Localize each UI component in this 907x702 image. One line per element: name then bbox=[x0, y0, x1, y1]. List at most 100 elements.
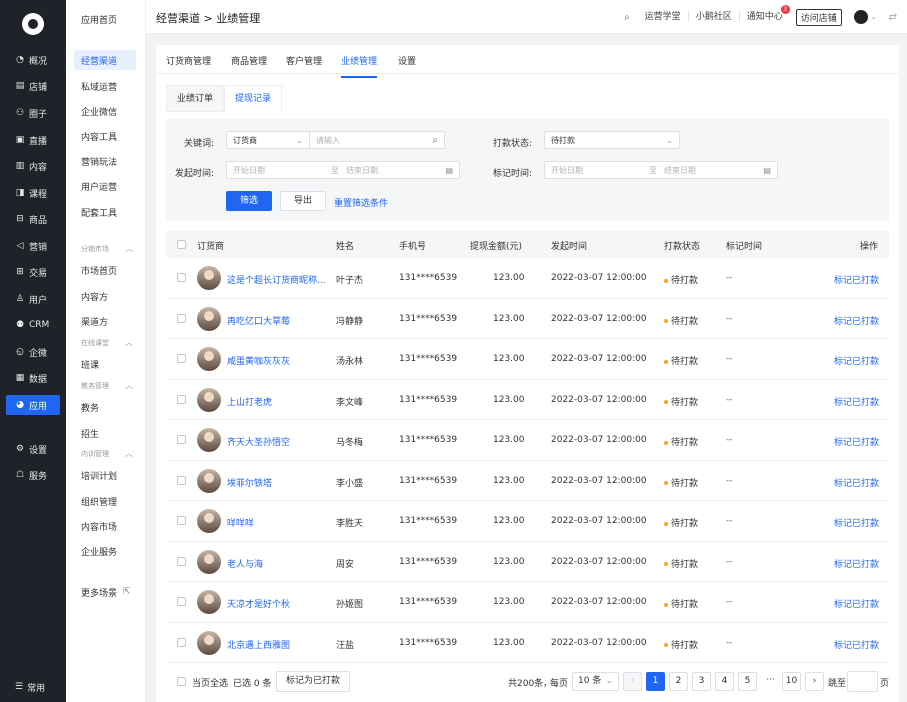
row-checkbox[interactable] bbox=[177, 394, 186, 404]
mark-paid-link[interactable]: 标记已打款 bbox=[834, 395, 879, 408]
app-logo[interactable] bbox=[22, 13, 44, 35]
dealer-name-link[interactable]: 埃菲尔铁塔 bbox=[227, 476, 272, 489]
subnav-item[interactable]: 班课 bbox=[74, 354, 136, 374]
subnav-item[interactable]: 市场首页 bbox=[74, 260, 136, 280]
pay-status-select[interactable]: 待打款 ⌄ bbox=[544, 131, 680, 149]
page-select-checkbox[interactable] bbox=[177, 677, 186, 686]
subnav-item[interactable]: 企业微信 bbox=[74, 101, 136, 121]
keyword-type-select[interactable]: 订货商 ⌄ bbox=[226, 131, 310, 149]
subnav-item[interactable]: 教务 bbox=[74, 397, 136, 417]
nav-item[interactable]: ♙ 用户 bbox=[6, 289, 60, 309]
link-notifications[interactable]: 通知中心 3 bbox=[738, 5, 790, 22]
row-checkbox[interactable] bbox=[177, 556, 186, 566]
row-checkbox[interactable] bbox=[177, 435, 186, 444]
row-checkbox[interactable] bbox=[177, 313, 186, 323]
row-checkbox[interactable] bbox=[177, 475, 186, 485]
prev-page-button[interactable]: ‹ bbox=[623, 672, 642, 691]
subtab-orders[interactable]: 业绩订单 bbox=[166, 85, 225, 112]
switch-icon[interactable]: ⇄ bbox=[889, 12, 897, 23]
subnav-item[interactable]: 用户运营 bbox=[74, 176, 136, 196]
nav-item[interactable]: ⚉ CRM bbox=[6, 315, 60, 335]
nav-item[interactable]: ▦ 数据 bbox=[6, 368, 60, 388]
nav-item[interactable]: ⊞ 交易 bbox=[6, 262, 60, 282]
reset-filter-link[interactable]: 重置筛选条件 bbox=[334, 196, 388, 209]
tab-settings[interactable]: 设置 bbox=[398, 54, 416, 67]
per-page-select[interactable]: 10 条 ⌄ bbox=[572, 672, 619, 691]
mark-paid-link[interactable]: 标记已打款 bbox=[834, 476, 879, 489]
keyword-input[interactable]: 请输入 ⌕ bbox=[309, 131, 445, 149]
page-button[interactable]: 10 bbox=[782, 672, 801, 691]
subnav-group-header[interactable]: 教务管理 ︿ bbox=[81, 380, 133, 391]
nav-item[interactable]: ⊟ 商品 bbox=[6, 209, 60, 229]
subnav-item[interactable]: 招生 bbox=[74, 423, 136, 443]
subnav-item[interactable]: 经营渠道 bbox=[74, 50, 136, 70]
nav-item[interactable]: ▣ 直播 bbox=[6, 130, 60, 150]
subnav-item[interactable]: 内容工具 bbox=[74, 126, 136, 146]
dealer-name-link[interactable]: 北京遇上西雅图 bbox=[227, 638, 290, 651]
mark-date-range[interactable]: 开始日期 至 结束日期 ▤ bbox=[544, 161, 778, 179]
row-checkbox[interactable] bbox=[177, 597, 186, 606]
subnav-item[interactable]: 渠道方 bbox=[74, 311, 136, 331]
page-ellipsis[interactable]: ··· bbox=[761, 672, 780, 691]
nav-item[interactable]: ▥ 内容 bbox=[6, 156, 60, 176]
mark-paid-link[interactable]: 标记已打款 bbox=[834, 273, 879, 286]
page-scrollbar[interactable] bbox=[899, 34, 907, 702]
page-button[interactable]: 1 bbox=[646, 672, 665, 691]
subnav-item[interactable]: 私域运营 bbox=[74, 76, 136, 96]
visit-store-button[interactable]: 访问店铺 bbox=[795, 8, 842, 26]
next-page-button[interactable]: › bbox=[805, 672, 824, 691]
nav-item[interactable]: ☖ 服务 bbox=[6, 465, 60, 485]
nav-item[interactable]: ◕ 应用 bbox=[6, 395, 60, 415]
page-button[interactable]: 5 bbox=[738, 672, 757, 691]
mark-paid-link[interactable]: 标记已打款 bbox=[834, 354, 879, 367]
tab-dealers[interactable]: 订货商管理 bbox=[166, 54, 211, 67]
tab-products[interactable]: 商品管理 bbox=[231, 54, 267, 67]
mark-paid-link[interactable]: 标记已打款 bbox=[834, 516, 879, 529]
row-checkbox[interactable] bbox=[177, 637, 186, 647]
mark-paid-link[interactable]: 标记已打款 bbox=[834, 638, 879, 651]
subnav-item[interactable]: 组织管理 bbox=[74, 491, 136, 511]
dealer-name-link[interactable]: 这是个超长订货商昵称... bbox=[227, 273, 326, 286]
search-icon[interactable]: ⌕ bbox=[624, 12, 630, 23]
row-checkbox[interactable] bbox=[177, 516, 186, 525]
subnav-item[interactable]: 营销玩法 bbox=[74, 151, 136, 171]
nav-item[interactable]: ⚇ 圈子 bbox=[6, 103, 60, 123]
dealer-name-link[interactable]: 齐天大圣孙悟空 bbox=[227, 435, 290, 448]
filter-button[interactable]: 筛选 bbox=[226, 191, 272, 211]
nav-item[interactable]: ◔ 概况 bbox=[6, 50, 60, 70]
mark-paid-button[interactable]: 标记为已打款 bbox=[276, 671, 351, 692]
dealer-name-link[interactable]: 咸蛋黄咖灰灰灰 bbox=[227, 354, 290, 367]
nav-item[interactable]: ▤ 店铺 bbox=[6, 76, 60, 96]
subnav-item[interactable]: 培训计划 bbox=[74, 465, 136, 485]
subnav-item[interactable]: 应用首页 bbox=[74, 9, 136, 29]
mark-paid-link[interactable]: 标记已打款 bbox=[834, 557, 879, 570]
subnav-item[interactable]: 内容方 bbox=[74, 286, 136, 306]
user-avatar[interactable] bbox=[853, 10, 868, 24]
subnav-group-header[interactable]: 在线课堂 ︿ bbox=[81, 337, 133, 348]
mark-paid-link[interactable]: 标记已打款 bbox=[834, 597, 879, 610]
page-button[interactable]: 3 bbox=[692, 672, 711, 691]
chevron-down-icon[interactable]: ⌄ bbox=[871, 13, 877, 21]
nav-common[interactable]: ☰ 常用 bbox=[6, 677, 60, 697]
page-button[interactable]: 4 bbox=[715, 672, 734, 691]
dealer-name-link[interactable]: 再吃亿口大草莓 bbox=[227, 314, 290, 327]
nav-item[interactable]: ◁ 营销 bbox=[6, 236, 60, 256]
dealer-name-link[interactable]: 咩咩咩 bbox=[227, 516, 254, 529]
link-academy[interactable]: 运营学堂 bbox=[638, 12, 688, 22]
subnav-group-header[interactable]: 分销市场 ︿ bbox=[81, 243, 133, 254]
dealer-name-link[interactable]: 上山打老虎 bbox=[227, 395, 272, 408]
goto-page-input[interactable] bbox=[847, 671, 878, 692]
start-date-range[interactable]: 开始日期 至 结束日期 ▤ bbox=[226, 161, 460, 179]
dealer-name-link[interactable]: 天凉才是好个秋 bbox=[227, 597, 290, 610]
subnav-item[interactable]: 内容市场 bbox=[74, 516, 136, 536]
row-checkbox[interactable] bbox=[177, 354, 186, 363]
page-button[interactable]: 2 bbox=[669, 672, 688, 691]
subnav-item[interactable]: 企业服务 bbox=[74, 541, 136, 561]
subtab-withdrawals[interactable]: 提现记录 bbox=[224, 85, 283, 112]
mark-paid-link[interactable]: 标记已打款 bbox=[834, 435, 879, 448]
nav-item[interactable]: ◵ 企微 bbox=[6, 342, 60, 362]
dealer-name-link[interactable]: 老人与海 bbox=[227, 557, 263, 570]
tab-customers[interactable]: 客户管理 bbox=[286, 54, 322, 67]
export-button[interactable]: 导出 bbox=[280, 191, 326, 211]
select-all-checkbox[interactable] bbox=[177, 240, 186, 249]
